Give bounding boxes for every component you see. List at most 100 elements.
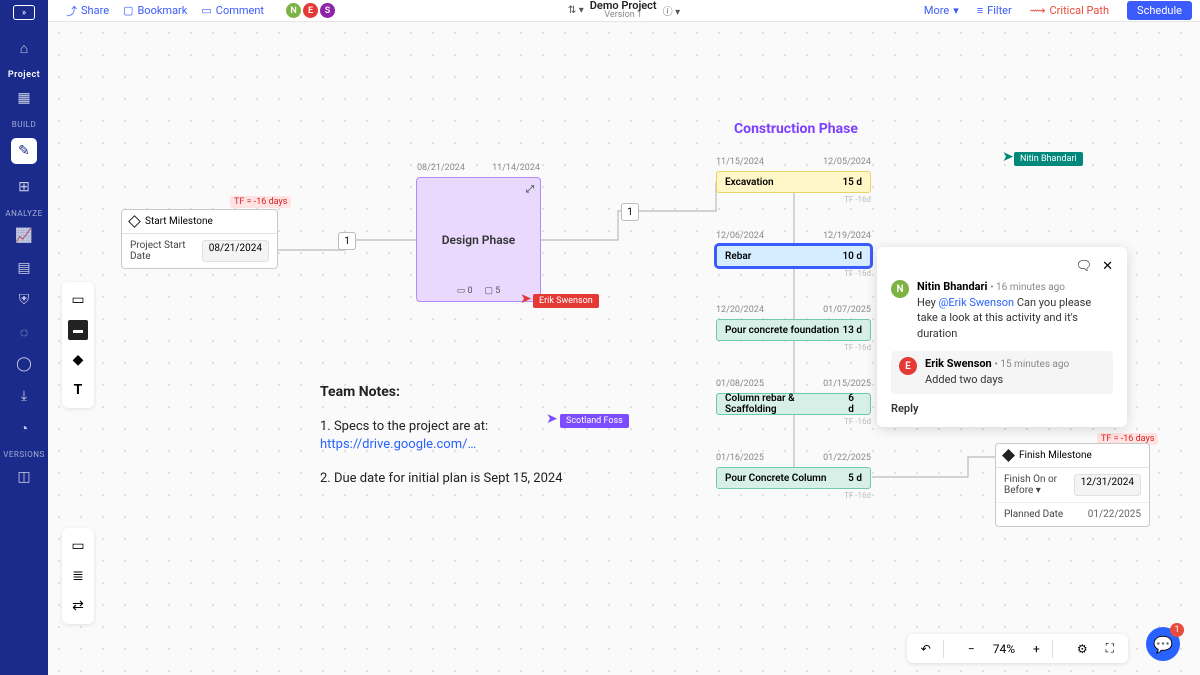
finish-milestone-card[interactable]: Finish Milestone Finish On or Before ▾ 1…: [995, 443, 1150, 527]
activity-bar[interactable]: Rebar 10 d: [716, 245, 871, 267]
bulb-icon[interactable]: ◌: [15, 323, 33, 341]
shield-icon[interactable]: ⛨: [15, 291, 33, 309]
phase-start-date: 08/21/2024: [417, 163, 465, 173]
chart-icon[interactable]: 📈: [15, 227, 33, 245]
cursor-tag-erik: Erik Swenson: [533, 294, 599, 308]
activity-duration: 6 d: [848, 393, 862, 415]
flow-tool[interactable]: ⇄: [68, 596, 88, 616]
canvas[interactable]: TF = -16 days Start Milestone Project St…: [48, 22, 1200, 675]
connector-number[interactable]: 1: [338, 232, 356, 250]
critical-path-button[interactable]: ⟿ Critical Path: [1030, 4, 1109, 17]
zoom-level[interactable]: 74%: [987, 640, 1021, 658]
planned-date-value: 01/22/2025: [1088, 509, 1141, 520]
undo-button[interactable]: ↶: [915, 640, 937, 658]
activity-tf: TF -16d: [716, 343, 871, 352]
comment-button[interactable]: ▭ Comment: [201, 4, 264, 17]
left-nav: » ⌂ Project ▦ BUILD ✎ ⊞ ANALYZE 📈 ▤ ⛨ ◌ …: [0, 0, 48, 675]
zoom-in-button[interactable]: +: [1027, 640, 1046, 658]
avatar: N: [891, 280, 909, 298]
phase-stat1: ▭ 0: [457, 286, 473, 296]
start-date-value[interactable]: 08/21/2024: [202, 240, 269, 262]
expand-icon[interactable]: ⤢: [526, 184, 534, 195]
more-menu[interactable]: More ▾: [924, 4, 959, 17]
activity-tf: TF -16d: [716, 417, 871, 426]
close-icon[interactable]: ✕: [1102, 259, 1113, 274]
calendar-icon[interactable]: ▤: [15, 259, 33, 277]
filter-label: Filter: [987, 4, 1012, 17]
design-phase-box[interactable]: 08/21/2024 11/14/2024 ⤢ Design Phase ▭ 0…: [416, 177, 541, 302]
activity-tf: TF -16d: [716, 269, 871, 278]
phase-title: Design Phase: [442, 233, 516, 247]
phase-stat2: ▢ 5: [485, 286, 501, 296]
finish-milestone-title: Finish Milestone: [1019, 450, 1092, 461]
comment-pre: Hey: [917, 296, 939, 309]
bookmark-label: Bookmark: [137, 4, 187, 17]
activity-tf: TF -16d: [716, 491, 871, 500]
globe-icon[interactable]: ◯: [15, 355, 33, 373]
cursor-tag-nitin: Nitin Bhandari: [1014, 152, 1083, 166]
cursor-nitin: ➤: [1002, 146, 1014, 165]
avatar[interactable]: N: [286, 3, 301, 18]
stat1-val: 0: [467, 286, 472, 296]
comment-label: Comment: [216, 4, 264, 17]
brand-logo[interactable]: »: [13, 5, 35, 20]
project-version: Version 1: [590, 11, 657, 20]
shape-palette: ▭ ▬ ◆ T: [62, 282, 94, 408]
activity-name: Rebar: [725, 251, 751, 262]
settings-icon[interactable]: ⚙: [1071, 640, 1094, 658]
nav-build-label: BUILD: [12, 120, 36, 129]
export-icon[interactable]: ⤓: [15, 387, 33, 405]
reply-button[interactable]: Reply: [891, 402, 1113, 415]
activity-dates: 01/08/202501/15/2025: [716, 379, 871, 389]
share-label: Share: [81, 4, 109, 17]
more-label: More: [924, 4, 949, 17]
connector-number[interactable]: 1: [621, 203, 639, 221]
hierarchy-icon[interactable]: ⇅ ▾: [568, 5, 584, 16]
info-icon[interactable]: ⓘ ▾: [663, 3, 681, 18]
comment-time: • 16 minutes ago: [990, 282, 1065, 293]
fullscreen-icon[interactable]: ⛶: [1100, 639, 1120, 658]
avatar[interactable]: E: [303, 3, 318, 18]
zoom-out-button[interactable]: −: [962, 640, 981, 658]
comment-mention[interactable]: @Erik Swenson: [939, 296, 1015, 309]
bookmark-button[interactable]: ▢ Bookmark: [123, 4, 187, 17]
activity-name: Column rebar & Scaffolding: [725, 393, 848, 415]
list-tool[interactable]: ≣: [68, 566, 88, 586]
start-milestone-card[interactable]: Start Milestone Project Start Date 08/21…: [121, 209, 278, 269]
activity-bar[interactable]: Column rebar & Scaffolding6 d: [716, 393, 871, 415]
activity-duration: 15 d: [842, 177, 862, 188]
nav-project-label[interactable]: Project: [8, 70, 40, 80]
home-icon[interactable]: ⌂: [15, 39, 33, 57]
finish-before-value[interactable]: 12/31/2024: [1074, 474, 1141, 496]
project-title-block[interactable]: ⇅ ▾ Demo Project Version 1 ⓘ ▾: [568, 1, 680, 20]
card-tool[interactable]: ▭: [68, 536, 88, 556]
grid-icon[interactable]: ▦: [15, 89, 33, 107]
notes-line1: 1. Specs to the project are at:: [320, 419, 488, 434]
activity-dates: 12/20/202401/07/2025: [716, 305, 871, 315]
filter-button[interactable]: ≡ Filter: [977, 4, 1012, 17]
avatar[interactable]: S: [320, 3, 335, 18]
activity-bar[interactable]: Pour Concrete Column5 d: [716, 467, 871, 489]
comment-thread-icon[interactable]: 🗨: [1076, 259, 1093, 274]
diamond-tool[interactable]: ◆: [68, 350, 88, 370]
comment-time: • 15 minutes ago: [994, 359, 1069, 370]
zoom-controls: ↶ − 74% + ⚙ ⛶: [907, 634, 1128, 663]
text-tool[interactable]: T: [68, 380, 88, 400]
timer-icon[interactable]: ◔: [15, 419, 33, 437]
share-button[interactable]: ⤴ Share: [66, 3, 109, 19]
rect-fill-tool[interactable]: ▬: [68, 320, 88, 340]
activity-bar[interactable]: Excavation15 d: [716, 171, 871, 193]
activity-duration: 10 d: [842, 251, 862, 262]
commenter-name: Erik Swenson: [925, 357, 992, 370]
notes-link[interactable]: https://drive.google.com/…: [320, 437, 476, 452]
rect-outline-tool[interactable]: ▭: [68, 290, 88, 310]
layout-icon[interactable]: ⊞: [15, 178, 33, 196]
comment-popup: 🗨 ✕ N Nitin Bhandari • 16 minutes ago He…: [877, 247, 1127, 427]
activity-bar[interactable]: Pour concrete foundation13 d: [716, 319, 871, 341]
team-notes[interactable]: Team Notes: 1. Specs to the project are …: [320, 384, 600, 505]
pencil-icon[interactable]: ✎: [11, 138, 37, 164]
schedule-button[interactable]: Schedule: [1127, 1, 1192, 20]
chat-button[interactable]: 💬1: [1146, 627, 1180, 661]
nav-versions-label: VERSIONS: [3, 450, 44, 459]
versions-icon[interactable]: ◫: [15, 468, 33, 486]
